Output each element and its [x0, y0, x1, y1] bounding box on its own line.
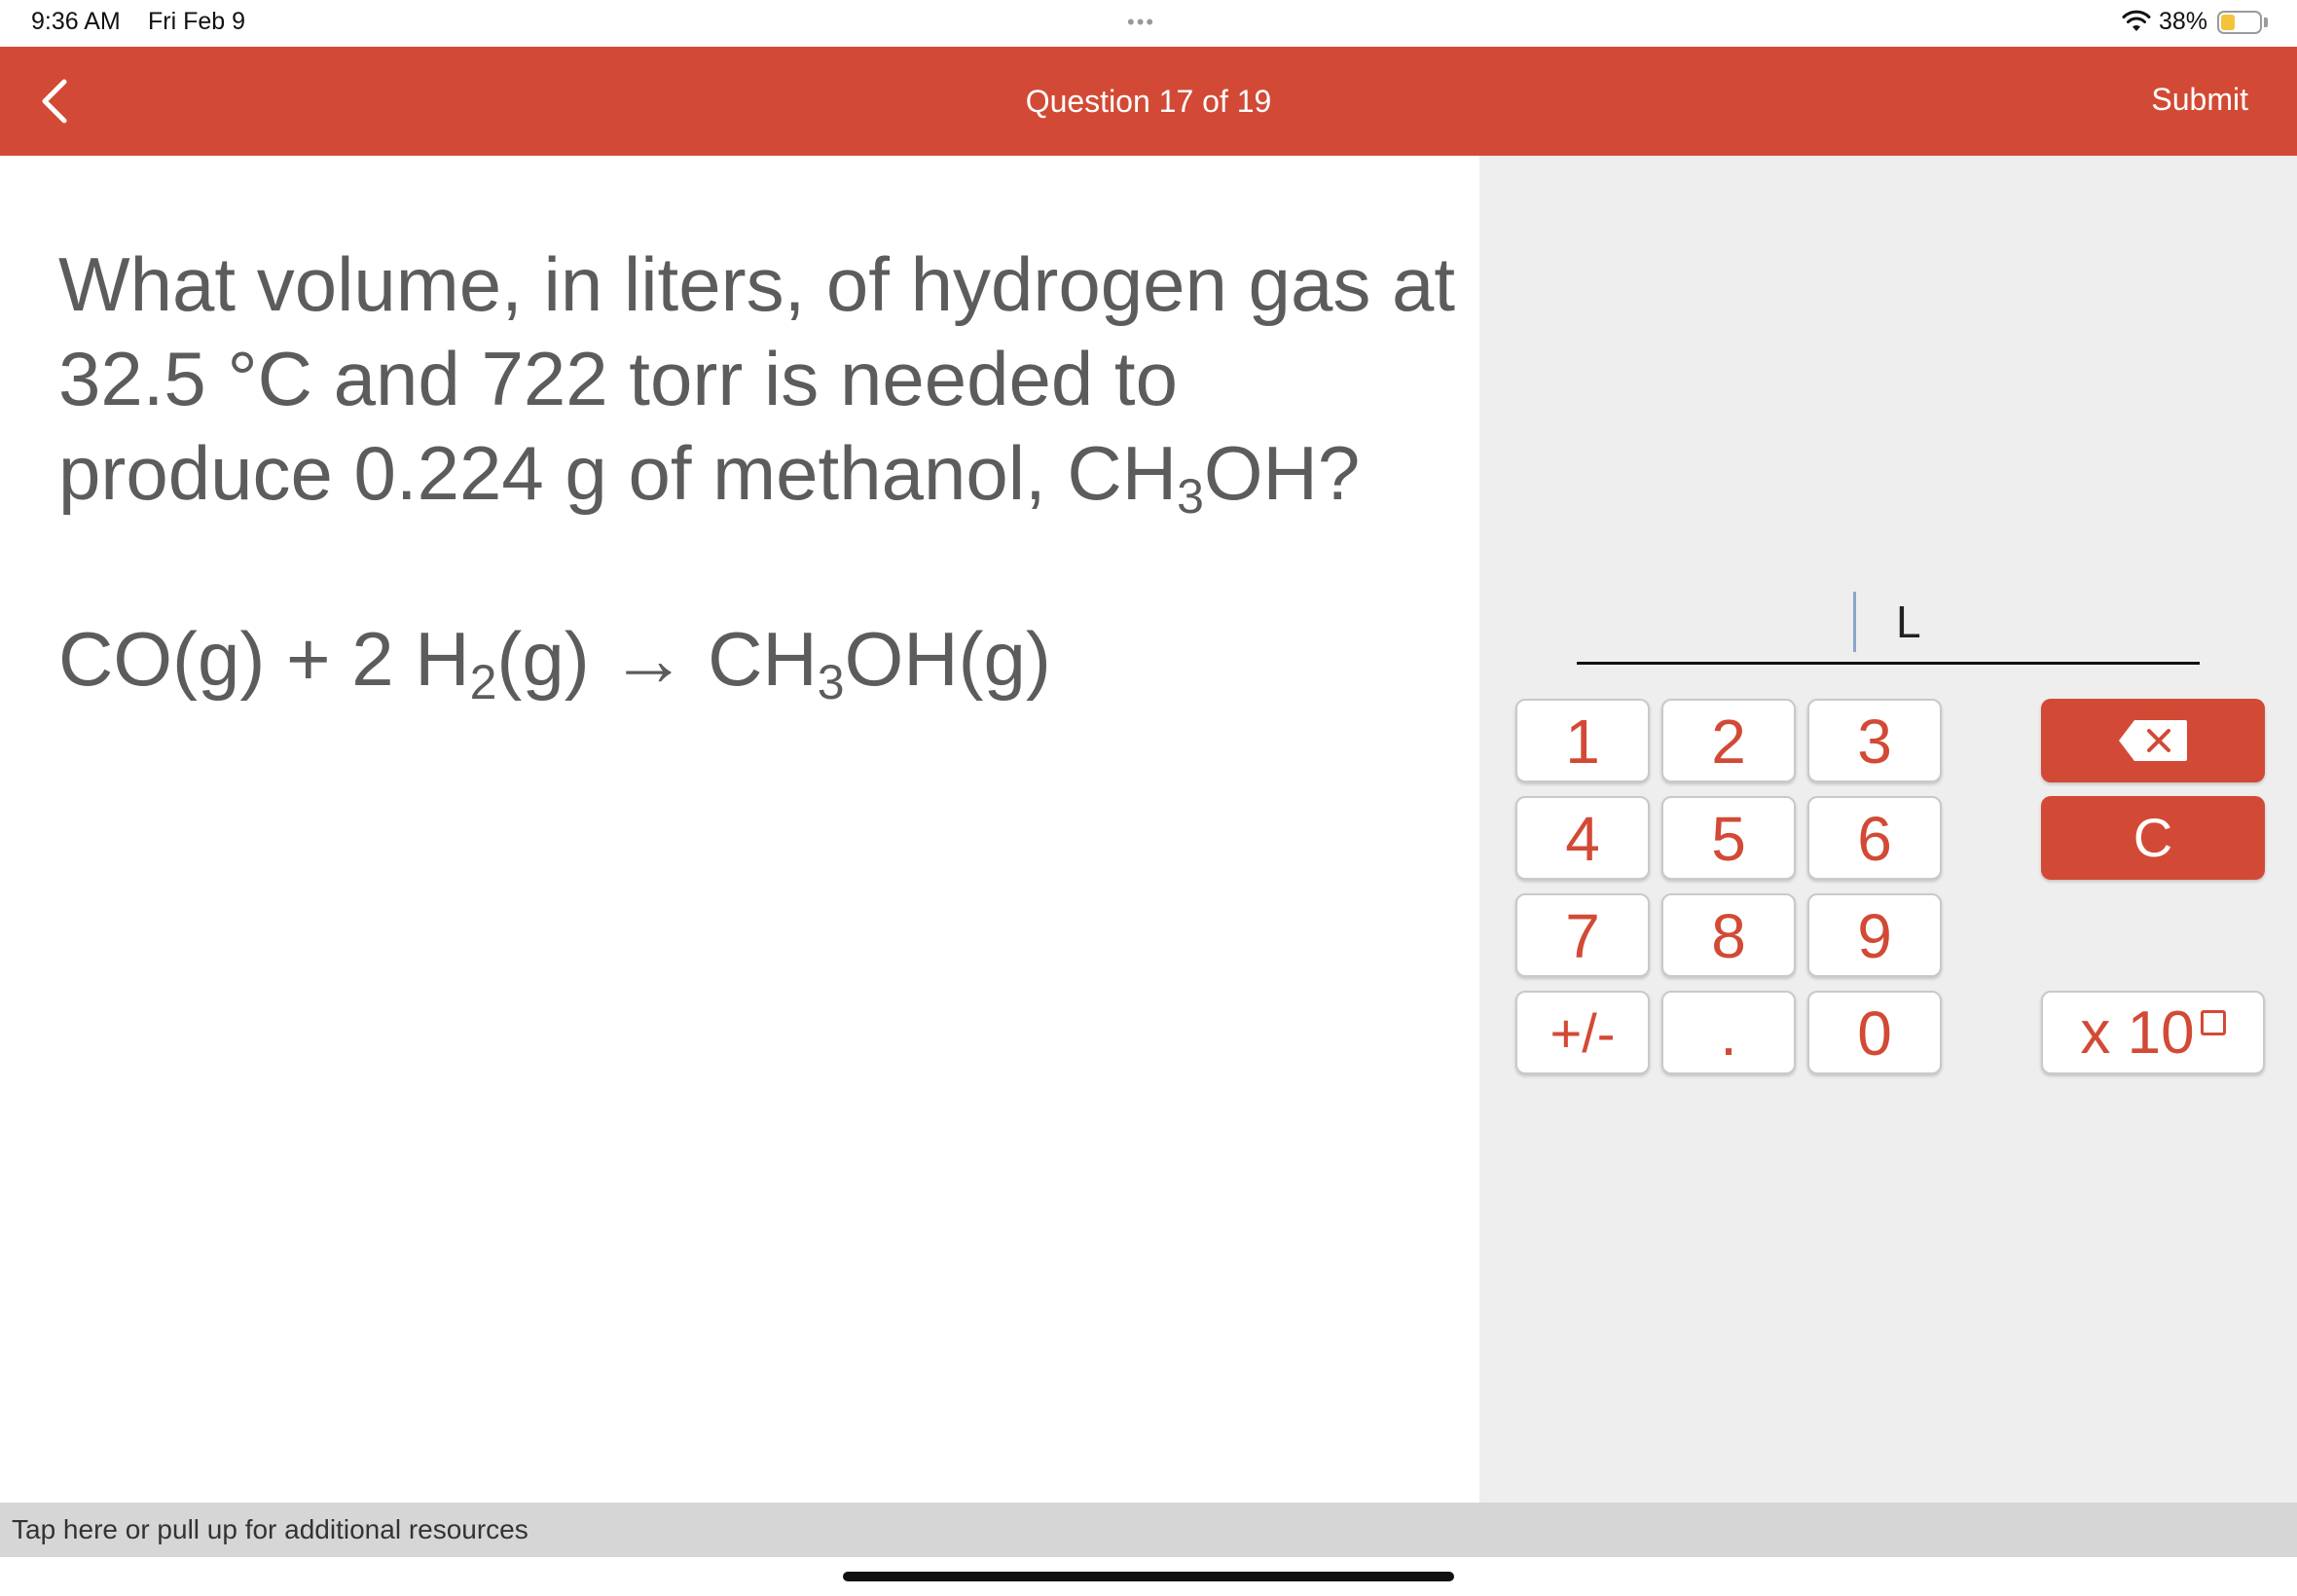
answer-input-cursor[interactable]	[1853, 592, 1856, 652]
subscript: 3	[817, 655, 845, 709]
answer-unit: L	[1896, 597, 1921, 647]
key-6[interactable]: 6	[1807, 796, 1942, 880]
key-2[interactable]: 2	[1661, 699, 1796, 782]
exponent-box-icon	[2200, 1010, 2226, 1035]
equation-part: (g) → CH	[496, 616, 818, 702]
question-line-1: What volume, in liters, of hydrogen gas …	[58, 241, 1456, 327]
status-bar: 9:36 AM Fri Feb 9 ••• 38%	[0, 0, 2297, 47]
answer-input-line[interactable]	[1577, 662, 2200, 665]
battery-percent: 38%	[2159, 8, 2208, 35]
key-1[interactable]: 1	[1515, 699, 1650, 782]
exponent-label: x 10	[2080, 999, 2195, 1067]
chemical-equation: CO(g) + 2 H2(g) → CH3OH(g)	[58, 615, 1051, 709]
plus-minus-key[interactable]: +/-	[1515, 991, 1650, 1074]
key-7[interactable]: 7	[1515, 893, 1650, 977]
additional-resources-bar[interactable]: Tap here or pull up for additional resou…	[0, 1503, 2297, 1557]
question-line-3-end: OH?	[1203, 430, 1361, 516]
answer-panel: L 1 2 3 4 5 6 7 8 9 +/- . 0 C x 10	[1479, 156, 2297, 1503]
status-date: Fri Feb 9	[148, 8, 246, 35]
resources-label: Tap here or pull up for additional resou…	[12, 1514, 529, 1544]
key-0[interactable]: 0	[1807, 991, 1942, 1074]
equation-part: CO(g) + 2 H	[58, 616, 470, 702]
subscript: 2	[469, 655, 497, 709]
multitasking-dots-icon[interactable]: •••	[1127, 10, 1155, 35]
battery-nub	[2264, 18, 2268, 27]
question-line-3: produce 0.224 g of methanol, CH3OH?	[58, 426, 1460, 530]
status-time: 9:36 AM	[31, 8, 121, 35]
key-8[interactable]: 8	[1661, 893, 1796, 977]
clear-button[interactable]: C	[2041, 796, 2265, 880]
key-5[interactable]: 5	[1661, 796, 1796, 880]
decimal-key[interactable]: .	[1661, 991, 1796, 1074]
subscript: 3	[1177, 469, 1204, 524]
battery-level	[2221, 15, 2235, 30]
backspace-button[interactable]	[2041, 699, 2265, 782]
question-line-3-text: produce 0.224 g of methanol, CH	[58, 430, 1178, 516]
key-3[interactable]: 3	[1807, 699, 1942, 782]
backspace-icon	[2119, 720, 2187, 761]
question-prompt: What volume, in liters, of hydrogen gas …	[58, 237, 1460, 530]
key-4[interactable]: 4	[1515, 796, 1650, 880]
submit-button[interactable]: Submit	[2151, 82, 2248, 118]
question-header: Question 17 of 19 Submit	[0, 47, 2297, 156]
home-indicator[interactable]	[843, 1572, 1454, 1581]
key-9[interactable]: 9	[1807, 893, 1942, 977]
wifi-icon	[2122, 10, 2151, 31]
battery-icon	[2217, 11, 2262, 34]
exponent-button[interactable]: x 10	[2041, 991, 2265, 1074]
question-counter: Question 17 of 19	[1025, 84, 1272, 119]
question-line-2: 32.5 °C and 722 torr is needed to	[58, 336, 1178, 421]
equation-part: OH(g)	[844, 616, 1051, 702]
